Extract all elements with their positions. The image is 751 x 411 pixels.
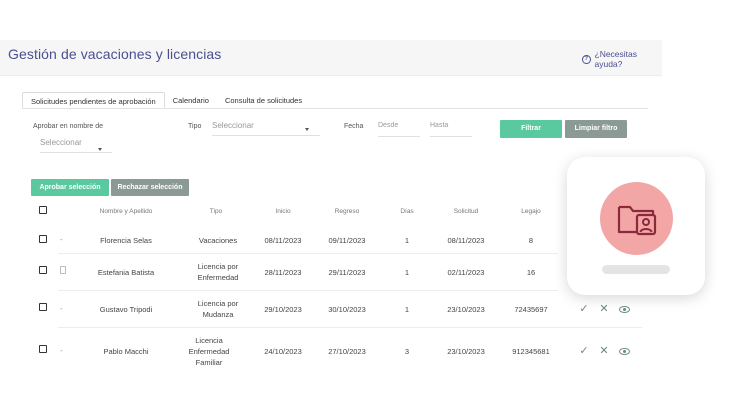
cell-type: Vacaciones [198, 236, 238, 245]
row-checkbox[interactable] [39, 303, 47, 311]
eye-icon[interactable] [619, 348, 630, 355]
clear-filter-button[interactable]: Limpiar filtro [565, 120, 627, 138]
cell-name: Estefania Batista [97, 268, 155, 277]
row-checkbox[interactable] [39, 235, 47, 243]
cell-type-line-2: Enfermedad [188, 347, 230, 356]
feature-card [567, 157, 705, 295]
cell-type-line-1: Licencia [195, 336, 223, 345]
attachment-empty: - [60, 304, 63, 313]
cell-days: 1 [404, 236, 410, 245]
cell-start: 08/11/2023 [264, 236, 302, 245]
approve-row-button[interactable]: ✓ [578, 345, 590, 357]
chevron-down-icon [305, 128, 309, 131]
attachment-icon[interactable] [60, 266, 66, 274]
cell-file: 8 [528, 236, 534, 245]
reject-row-button[interactable]: ✕ [598, 345, 610, 357]
header-start: Inicio [275, 208, 291, 215]
header-bar: Gestión de vacaciones y licencias ? ¿Nec… [0, 40, 662, 76]
date-from-input[interactable]: Desde [378, 122, 420, 137]
page-title: Gestión de vacaciones y licencias [8, 46, 222, 62]
reject-row-button[interactable]: ✕ [598, 303, 610, 315]
cell-return: 29/11/2023 [328, 268, 366, 277]
reject-selection-button[interactable]: Rechazar selección [111, 179, 189, 196]
row-divider [58, 290, 558, 291]
date-to-placeholder: Hasta [430, 122, 449, 129]
tabs-divider [22, 108, 648, 109]
header-requested: Solicitud [453, 208, 479, 215]
header-type: Tipo [209, 208, 223, 215]
cell-type-line-1: Licencia por [197, 299, 239, 308]
date-from-placeholder: Desde [378, 122, 399, 129]
row-checkbox[interactable] [39, 266, 47, 274]
cell-return: 27/10/2023 [328, 347, 366, 356]
on-behalf-placeholder: Seleccionar [40, 138, 82, 147]
header-days: Días [400, 208, 414, 215]
cell-start: 28/11/2023 [264, 268, 302, 277]
cell-requested: 23/10/2023 [447, 305, 485, 314]
header-name: Nombre y Apellido [99, 208, 153, 215]
on-behalf-label: Aprobar en nombre de [33, 123, 104, 130]
cell-file: 16 [526, 268, 536, 277]
row-divider [58, 327, 642, 328]
tab-bar: Solicitudes pendientes de aprobación Cal… [22, 92, 310, 108]
app-window: Gestión de vacaciones y licencias ? ¿Nec… [0, 40, 662, 370]
cell-file: 72435697 [514, 305, 548, 314]
cell-requested: 08/11/2023 [447, 236, 485, 245]
eye-icon[interactable] [619, 306, 630, 313]
tab-request-query[interactable]: Consulta de solicitudes [217, 92, 310, 108]
attachment-empty: - [60, 346, 63, 355]
header-file: Legajo [521, 208, 541, 215]
icon-badge [600, 182, 673, 255]
filter-button[interactable]: Filtrar [500, 120, 562, 138]
cell-requested: 02/11/2023 [447, 268, 485, 277]
type-label: Tipo [188, 123, 202, 130]
attachment-empty: - [60, 235, 63, 244]
cell-type-line-3: Familiar [195, 358, 223, 367]
type-select[interactable]: Seleccionar [212, 121, 320, 136]
help-label: ¿Necesitas ayuda? [594, 49, 638, 69]
tab-calendar[interactable]: Calendario [165, 92, 217, 108]
row-divider [58, 253, 558, 254]
cell-requested: 23/10/2023 [447, 347, 485, 356]
cell-start: 24/10/2023 [264, 347, 302, 356]
header-return: Regreso [334, 208, 360, 215]
chevron-down-icon [98, 148, 102, 151]
cell-days: 3 [404, 347, 410, 356]
card-placeholder-bar [602, 265, 670, 274]
cell-start: 29/10/2023 [264, 305, 302, 314]
approve-selection-button[interactable]: Aprobar selección [31, 179, 109, 196]
help-link[interactable]: ? ¿Necesitas ayuda? [582, 49, 662, 69]
cell-type-line-2: Mudanza [202, 310, 234, 319]
cell-file: 912345681 [512, 347, 550, 356]
tab-pending-requests[interactable]: Solicitudes pendientes de aprobación [22, 92, 165, 108]
cell-name: Pablo Macchi [103, 347, 149, 356]
select-all-checkbox[interactable] [39, 206, 47, 214]
cell-name: Florencia Selas [100, 236, 152, 245]
cell-return: 30/10/2023 [328, 305, 366, 314]
cell-type-line-1: Licencia por [197, 262, 239, 271]
cell-days: 1 [404, 268, 410, 277]
screen: Gestión de vacaciones y licencias ? ¿Nec… [0, 0, 751, 411]
cell-type-line-2: Enfermedad [197, 273, 239, 282]
approve-row-button[interactable]: ✓ [578, 303, 590, 315]
date-to-input[interactable]: Hasta [430, 122, 472, 137]
cell-name: Gustavo Tripodi [99, 305, 153, 314]
type-placeholder: Seleccionar [212, 121, 254, 130]
date-label: Fecha [344, 123, 364, 130]
cell-return: 09/11/2023 [328, 236, 366, 245]
row-checkbox[interactable] [39, 345, 47, 353]
help-icon: ? [582, 54, 591, 64]
cell-days: 1 [404, 305, 410, 314]
folder-user-icon [617, 205, 657, 236]
